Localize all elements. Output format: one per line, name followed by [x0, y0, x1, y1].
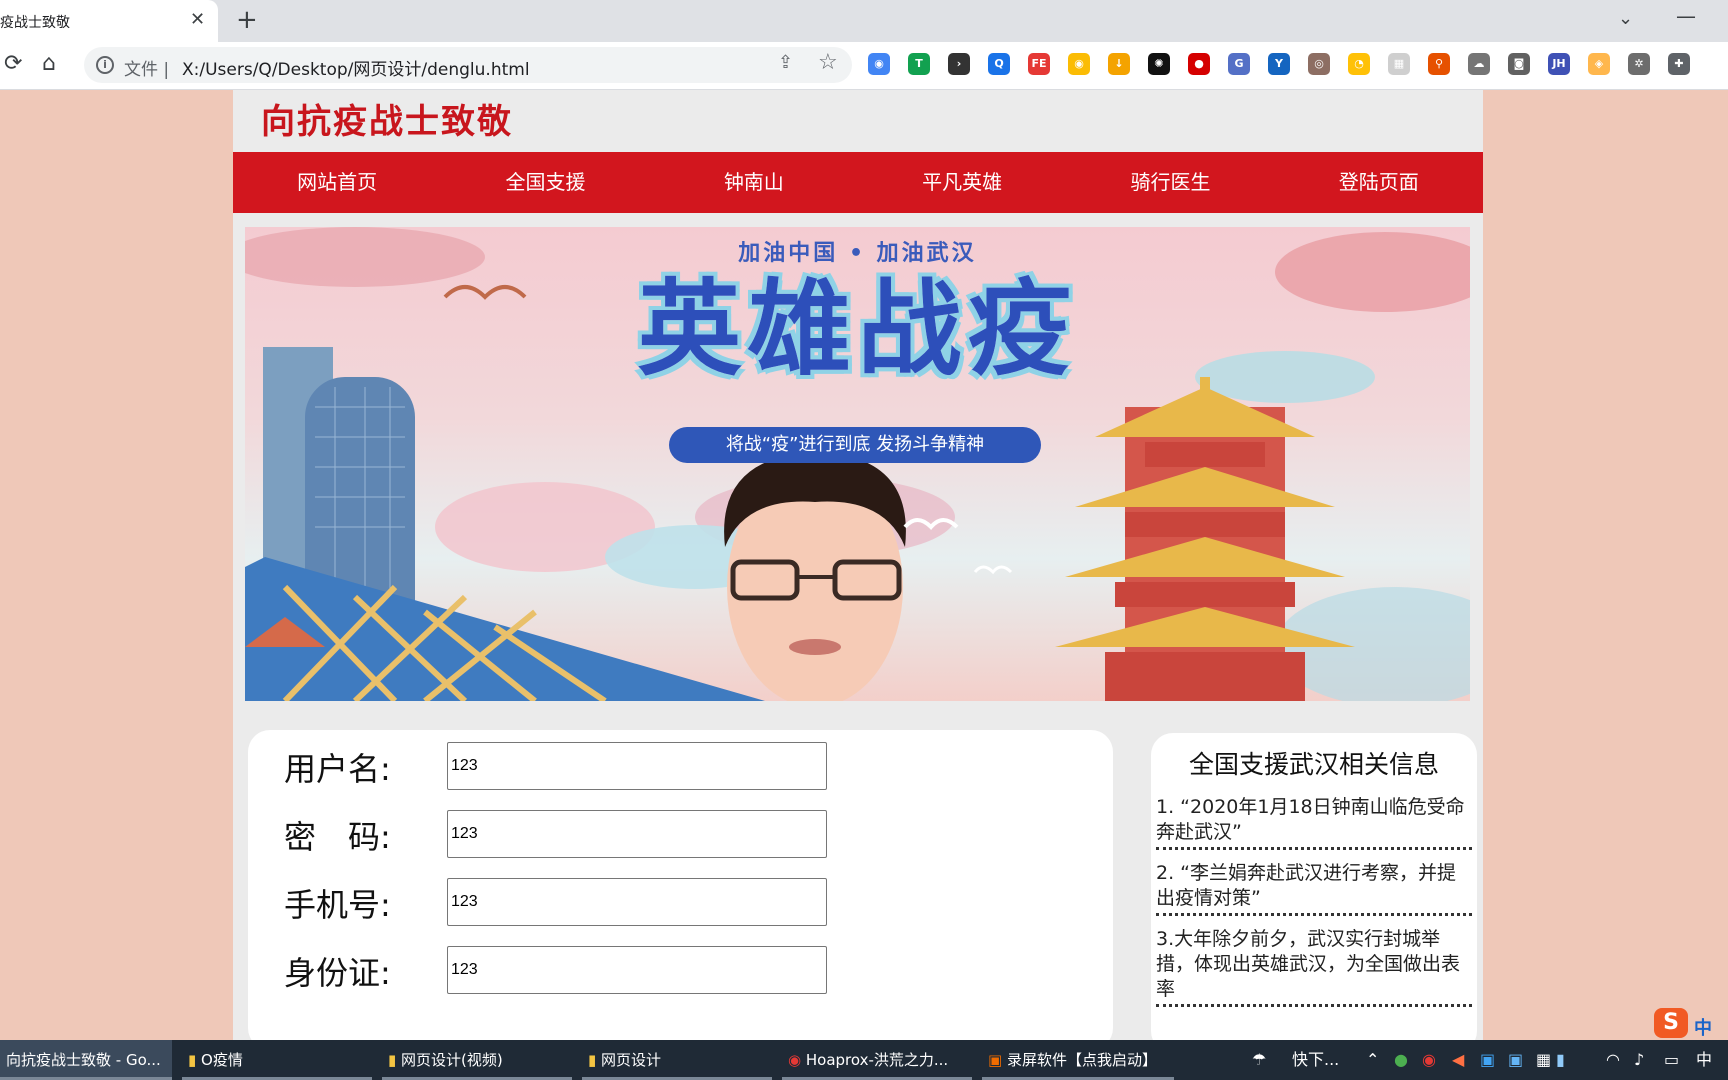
- openai-ext-icon[interactable]: ✺: [1148, 53, 1170, 75]
- page-container: 向抗疫战士致敬 网站首页 全国支援 钟南山 平凡英雄 骑行医生 登陆页面 加油中…: [233, 90, 1483, 1040]
- phone-input[interactable]: [447, 878, 827, 926]
- info-item[interactable]: 3.大年除夕前夕，武汉实行封城举措，体现出英雄武汉，为全国做出表率: [1156, 927, 1472, 1007]
- password-input[interactable]: [447, 810, 827, 858]
- taskbar-item-folder[interactable]: ▮ 网页设计(视频): [382, 1040, 572, 1080]
- y-ext-icon[interactable]: Y: [1268, 53, 1290, 75]
- adblock-ext-icon[interactable]: ●: [1188, 53, 1210, 75]
- sogou-ime-icon[interactable]: S: [1654, 1008, 1688, 1038]
- send-tray-icon[interactable]: ◀: [1452, 1040, 1464, 1080]
- orange-ext-icon[interactable]: ◈: [1588, 53, 1610, 75]
- bluetooth-tray-icon[interactable]: ▮: [1556, 1040, 1565, 1080]
- support-info-panel: 全国支援武汉相关信息 1. “2020年1月18日钟南山临危受命奔赴武汉” 2.…: [1151, 733, 1477, 1040]
- input-method-indicator[interactable]: 中: [1696, 1040, 1712, 1080]
- settings-ext-icon[interactable]: ✲: [1628, 53, 1650, 75]
- app3-tray-icon[interactable]: ▦: [1536, 1040, 1551, 1080]
- nav-item-zhongnanshan[interactable]: 钟南山: [650, 152, 858, 213]
- username-input[interactable]: [447, 742, 827, 790]
- nav-item-login[interactable]: 登陆页面: [1275, 152, 1483, 213]
- nav-item-support[interactable]: 全国支援: [441, 152, 649, 213]
- puzzle-ext-icon[interactable]: ✚: [1668, 53, 1690, 75]
- search-ext-icon[interactable]: Q: [988, 53, 1010, 75]
- url-text[interactable]: X:/Users/Q/Desktop/网页设计/denglu.html: [182, 55, 530, 80]
- camera-ext-icon[interactable]: ◙: [1508, 53, 1530, 75]
- ime-mode-label[interactable]: 中: [1694, 1014, 1712, 1040]
- bookmark-star-icon[interactable]: ☆: [818, 50, 838, 75]
- new-tab-button[interactable]: +: [236, 6, 258, 34]
- site-title: 向抗疫战士致敬: [261, 102, 513, 142]
- close-tab-icon[interactable]: ✕: [190, 9, 205, 31]
- info-item[interactable]: 2. “李兰娟奔赴武汉进行考察，并提出疫情对策”: [1156, 861, 1472, 916]
- chrome-ext-icon[interactable]: ◉: [868, 53, 890, 75]
- folder-icon: ▮: [188, 1051, 197, 1069]
- app-tray-icon[interactable]: ▣: [1480, 1040, 1495, 1080]
- info-item[interactable]: 1. “2020年1月18日钟南山临危受命奔赴武汉”: [1156, 795, 1472, 850]
- taskbar-item-music[interactable]: ◉ Hoaprox-洪荒之力...: [782, 1040, 972, 1080]
- weather-label[interactable]: 快下...: [1292, 1040, 1339, 1080]
- shield-ext-icon[interactable]: T: [908, 53, 930, 75]
- battery-icon[interactable]: ▭: [1664, 1040, 1679, 1080]
- site-info-icon[interactable]: i: [96, 56, 114, 74]
- weather-umbrella-icon[interactable]: ☂: [1252, 1040, 1266, 1080]
- cloud-ext-icon[interactable]: ☁: [1468, 53, 1490, 75]
- chrome2-ext-icon[interactable]: ◉: [1068, 53, 1090, 75]
- arrow-ext-icon[interactable]: ›: [948, 53, 970, 75]
- tab-strip: 疫战士致敬 ✕ + ⌄ —: [0, 0, 1728, 42]
- password-label: 密 码:: [284, 818, 391, 856]
- id-card-label: 身份证:: [284, 954, 391, 992]
- share-icon[interactable]: ⇪: [778, 52, 793, 73]
- taskbar-item-recorder[interactable]: ▣ 录屏软件【点我启动】: [982, 1040, 1174, 1080]
- grid-ext-icon[interactable]: ▦: [1388, 53, 1410, 75]
- tree-ext-icon[interactable]: ⚲: [1428, 53, 1450, 75]
- taskbar-item-folder[interactable]: ▮ O疫情: [182, 1040, 372, 1080]
- record-tray-icon[interactable]: ◉: [1422, 1040, 1436, 1080]
- app2-tray-icon[interactable]: ▣: [1508, 1040, 1523, 1080]
- url-scheme-label: 文件 |: [124, 60, 170, 80]
- wechat-tray-icon[interactable]: ●: [1394, 1040, 1408, 1080]
- nav-item-heroes[interactable]: 平凡英雄: [858, 152, 1066, 213]
- download-ext-icon[interactable]: ↓: [1108, 53, 1130, 75]
- fe-ext-icon[interactable]: FE: [1028, 53, 1050, 75]
- minimize-window-icon[interactable]: —: [1676, 4, 1696, 28]
- home-icon[interactable]: ⌂: [42, 52, 56, 76]
- phone-label: 手机号:: [284, 886, 391, 924]
- taskbar: 向抗疫战士致敬 - Go... ▮ O疫情 ▮ 网页设计(视频) ▮ 网页设计 …: [0, 1040, 1728, 1080]
- folder-icon: ▮: [388, 1051, 397, 1069]
- nav-item-home[interactable]: 网站首页: [233, 152, 441, 213]
- folder-icon: ▮: [588, 1051, 597, 1069]
- taskbar-item-folder[interactable]: ▮ 网页设计: [582, 1040, 772, 1080]
- volume-icon[interactable]: ♪: [1634, 1040, 1644, 1080]
- banner-top-line: 加油中国 • 加油武汉: [738, 241, 977, 266]
- g-ext-icon[interactable]: G: [1228, 53, 1250, 75]
- login-form: 用户名: 密 码: 手机号: 身份证:: [248, 730, 1113, 1040]
- jh-ext-icon[interactable]: JH: [1548, 53, 1570, 75]
- tab-search-chevron-icon[interactable]: ⌄: [1618, 8, 1633, 29]
- main-nav: 网站首页 全国支援 钟南山 平凡英雄 骑行医生 登陆页面: [233, 152, 1483, 213]
- taskbar-item-label: O疫情: [201, 1051, 243, 1069]
- browser-toolbar: ⟳ ⌂ i 文件 | X:/Users/Q/Desktop/网页设计/dengl…: [0, 42, 1728, 90]
- netease-music-icon: ◉: [788, 1051, 802, 1069]
- username-label: 用户名:: [284, 750, 391, 788]
- info-panel-title: 全国支援武汉相关信息: [1188, 750, 1439, 779]
- yellow-ext-icon[interactable]: ◔: [1348, 53, 1370, 75]
- id-card-input[interactable]: [447, 946, 827, 994]
- taskbar-item-label: 向抗疫战士致敬 - Go...: [6, 1051, 161, 1069]
- taskbar-item-label: Hoaprox-洪荒之力...: [805, 1051, 949, 1069]
- taskbar-item-label: 网页设计(视频): [401, 1051, 503, 1069]
- taskbar-item-label: 录屏软件【点我启动】: [1006, 1051, 1157, 1069]
- hero-banner: 加油中国 • 加油武汉 英雄战疫 将战“疫”进行到底 发扬斗争精神: [245, 227, 1470, 701]
- wifi-icon[interactable]: ◠: [1606, 1040, 1620, 1080]
- taskbar-item-browser[interactable]: 向抗疫战士致敬 - Go...: [0, 1040, 172, 1080]
- tab-title: 疫战士致敬: [0, 15, 70, 31]
- recorder-icon: ▣: [988, 1051, 1003, 1069]
- nav-item-doctor[interactable]: 骑行医生: [1066, 152, 1274, 213]
- taskbar-item-label: 网页设计: [601, 1051, 662, 1069]
- reload-icon[interactable]: ⟳: [4, 52, 22, 76]
- browser-tab[interactable]: 疫战士致敬 ✕: [0, 0, 218, 42]
- owl-ext-icon[interactable]: ◎: [1308, 53, 1330, 75]
- banner-slogan: 将战“疫”进行到底 发扬斗争精神: [669, 427, 1041, 463]
- tray-expand-icon[interactable]: ⌃: [1366, 1040, 1379, 1080]
- banner-headline: 英雄战疫: [637, 268, 1078, 390]
- address-bar[interactable]: i 文件 | X:/Users/Q/Desktop/网页设计/denglu.ht…: [84, 47, 852, 83]
